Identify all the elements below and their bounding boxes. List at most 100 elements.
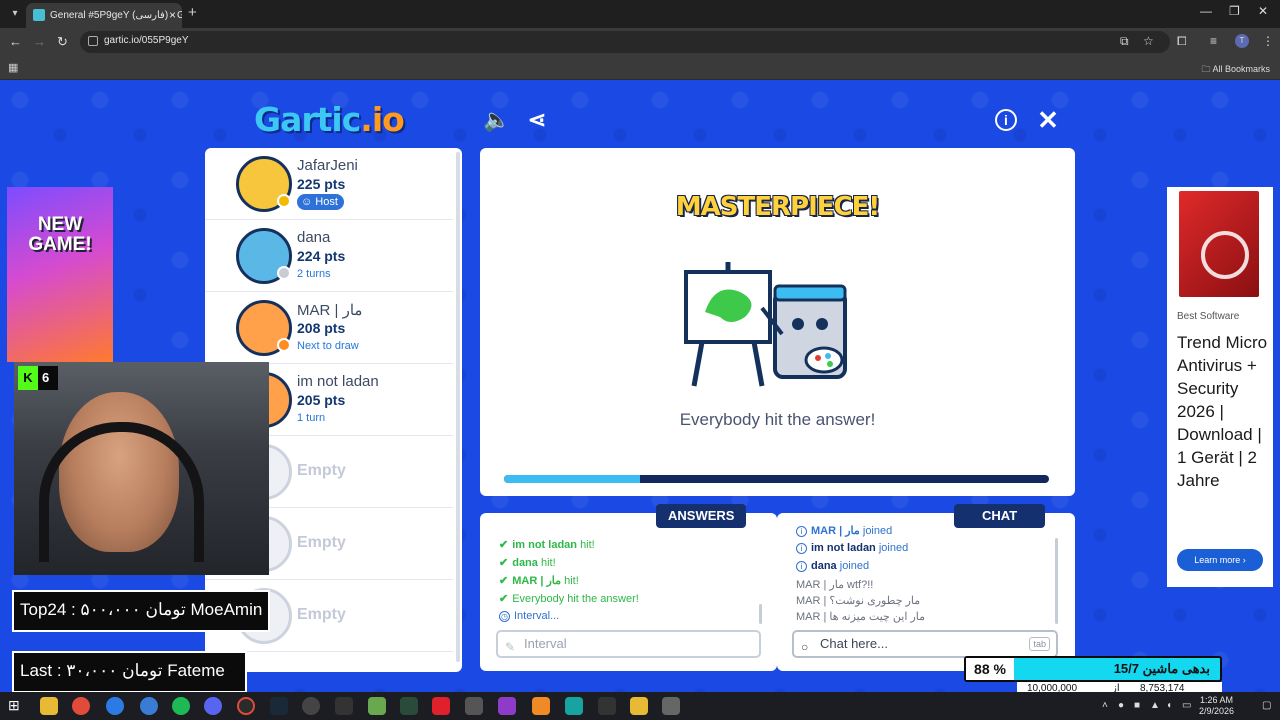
notifications-icon[interactable]: ▢ — [1262, 700, 1271, 711]
all-bookmarks-button[interactable]: 🗀 All Bookmarks — [1201, 62, 1270, 78]
ad-learn-more-button[interactable]: Learn more › — [1177, 549, 1263, 571]
close-window-icon[interactable]: ✕ — [1258, 4, 1268, 18]
file-explorer-icon[interactable] — [40, 697, 58, 715]
check-icon: ✔ — [499, 557, 509, 569]
spotify-icon[interactable] — [172, 697, 190, 715]
tray-battery-icon[interactable]: ▭ — [1182, 700, 1191, 711]
chat-join-text: joined — [839, 560, 870, 572]
gartic-logo[interactable]: Gartic.io — [254, 100, 405, 139]
empty-label: Empty — [297, 606, 346, 623]
sound-icon[interactable]: 🔈 — [483, 106, 511, 134]
player-name: dana — [297, 229, 331, 246]
bookmark-star-icon[interactable]: ☆ — [1143, 34, 1154, 48]
windows-start-icon[interactable]: ⊞ — [8, 697, 26, 715]
tray-network-icon[interactable]: ▲ — [1150, 700, 1160, 711]
minimize-icon[interactable]: — — [1200, 4, 1212, 18]
tab-close-icon[interactable]: × — [169, 3, 176, 28]
player-row[interactable]: dana 224 pts 2 turns — [205, 220, 453, 292]
app-icon[interactable] — [140, 697, 158, 715]
ad-title: Trend Micro Antivirus + Security 2026 | … — [1177, 333, 1268, 490]
round-progress-bar — [504, 475, 1049, 483]
exit-icon[interactable]: ✕ — [1034, 106, 1062, 134]
tray-app-icon[interactable]: ■ — [1134, 700, 1140, 711]
app-icon[interactable] — [630, 697, 648, 715]
debt-percent-value: 88 — [974, 661, 990, 677]
chat-sender: MAR | — [796, 579, 827, 591]
app-icon[interactable] — [532, 697, 550, 715]
apps-grid-icon[interactable]: ▦ — [8, 61, 18, 74]
cast-icon[interactable]: ⧉ — [1120, 34, 1129, 49]
tray-chevron-icon[interactable]: ˄ — [1102, 700, 1108, 711]
player-next-to-draw: Next to draw — [297, 340, 359, 352]
chat-bubble-icon: ○ — [801, 640, 809, 654]
masterpiece-heading: MASTERPIECE! — [675, 192, 880, 222]
app-icon[interactable] — [302, 697, 320, 715]
chat-player: MAR | مار — [811, 525, 860, 537]
app-icon[interactable] — [432, 697, 450, 715]
bookmarks-bar: ▦ 🗀 All Bookmarks — [0, 56, 1280, 80]
app-icon[interactable] — [400, 697, 418, 715]
reading-list-icon[interactable]: ≡ — [1210, 34, 1217, 48]
player-row[interactable]: JafarJeni 225 pts ☺ Host — [205, 148, 453, 220]
app-icon[interactable] — [565, 697, 583, 715]
ad-sponsor-label: Best Software — [1177, 311, 1240, 322]
chat-join-line: i MAR | مار joined — [796, 524, 892, 537]
site-info-icon[interactable] — [88, 36, 98, 46]
address-bar-row: ← → ↻ gartic.io/055P9geY ⧉ ☆ ⧠ ≡ T ⋮ — [0, 28, 1280, 56]
chat-input[interactable]: ○ Chat here... tab — [792, 630, 1058, 658]
minecraft-icon[interactable] — [368, 697, 386, 715]
tab-search-icon[interactable]: ▾ — [6, 5, 24, 23]
left-ad-banner[interactable]: NEW GAME! — [7, 187, 113, 362]
chrome-icon[interactable] — [72, 697, 90, 715]
players-scrollbar[interactable] — [456, 152, 460, 662]
steam-icon[interactable] — [270, 697, 288, 715]
new-tab-icon[interactable]: + — [188, 4, 197, 21]
chat-player: im not ladan — [811, 542, 876, 554]
info-icon[interactable]: i — [995, 109, 1017, 131]
app-icon[interactable] — [465, 697, 483, 715]
app-icon[interactable] — [335, 697, 353, 715]
forward-icon[interactable]: → — [33, 34, 46, 49]
check-icon: ✔ — [499, 539, 509, 551]
windows-taskbar: ⊞ ˄ ● ■ ▲ ◖ ▭ 1:26 AM 2/9/2026 ▢ — [0, 692, 1280, 720]
drawing-canvas[interactable]: MASTERPIECE! Everybody hit the answer! — [480, 148, 1075, 496]
discord-icon[interactable] — [204, 697, 222, 715]
menu-kebab-icon[interactable]: ⋮ — [1262, 34, 1274, 48]
right-ad-banner[interactable]: Best Software Trend Micro Antivirus + Se… — [1167, 187, 1273, 587]
tray-mic-icon[interactable]: ● — [1118, 700, 1124, 711]
clock-date: 2/9/2026 — [1198, 706, 1234, 716]
player-status-dot — [277, 194, 291, 208]
clock[interactable]: 1:26 AM 2/9/2026 — [1199, 695, 1234, 717]
reload-icon[interactable]: ↻ — [57, 34, 68, 50]
round-message: Everybody hit the answer! — [679, 410, 876, 429]
chat-message: MAR | مار wtf?!! — [796, 578, 873, 591]
answer-input[interactable]: ✎ Interval — [496, 630, 761, 658]
chat-tab[interactable]: CHAT — [954, 504, 1046, 528]
back-icon[interactable]: ← — [9, 34, 22, 49]
restore-icon[interactable]: ❐ — [1229, 4, 1240, 18]
answer-text: Everybody hit the answer! — [512, 593, 639, 605]
chat-sender: MAR | — [796, 595, 827, 607]
answers-scrollbar[interactable] — [759, 604, 762, 624]
debt-progress-bar: 88 % بدهی ماشین 15/7 — [964, 656, 1222, 682]
app-icon[interactable] — [598, 697, 616, 715]
browser-tab[interactable]: General #5P9geY (فارسی) - Gartic × — [26, 3, 182, 28]
edge-icon[interactable] — [106, 697, 124, 715]
chat-scrollbar[interactable] — [1055, 538, 1058, 624]
chat-join-line: i dana joined — [796, 560, 869, 572]
profile-avatar[interactable]: T — [1235, 34, 1249, 48]
player-points: 205 pts — [297, 392, 346, 408]
omnibox[interactable]: gartic.io/055P9geY — [80, 31, 1170, 53]
kick-viewer-badge: K6 — [18, 366, 58, 390]
extensions-icon[interactable]: ⧠ — [1177, 34, 1187, 49]
player-turns: 1 turn — [297, 412, 326, 424]
player-row[interactable]: MAR | مار 208 pts Next to draw — [205, 292, 453, 364]
app-icon[interactable] — [498, 697, 516, 715]
tray-volume-icon[interactable]: ◖ — [1166, 700, 1172, 711]
answer-line: ✔ MAR | مار hit! — [499, 574, 579, 587]
share-icon[interactable]: ⋖ — [523, 106, 551, 134]
app-icon[interactable] — [662, 697, 680, 715]
answers-tab[interactable]: ANSWERS — [656, 504, 747, 528]
obs-icon[interactable] — [237, 697, 255, 715]
answer-text: hit! — [564, 575, 579, 587]
